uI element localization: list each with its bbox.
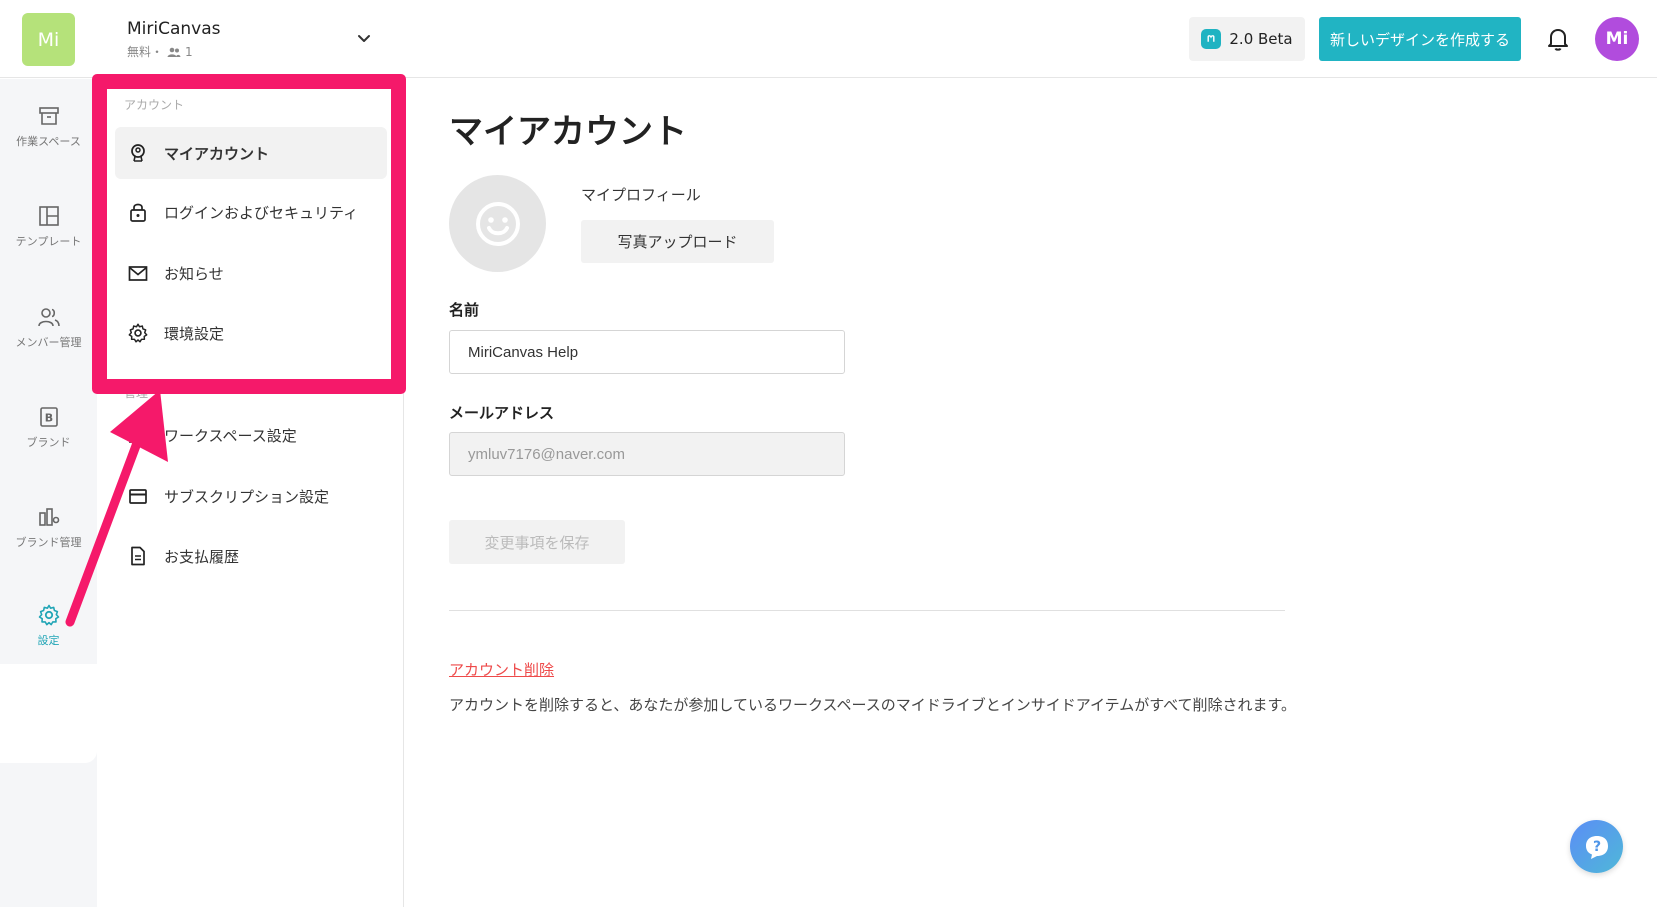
svg-text:B: B [44, 412, 52, 425]
nav-item-label: ワークスペース設定 [164, 426, 297, 445]
workspace-logo[interactable]: Mi [22, 13, 75, 66]
beta-version-button[interactable]: 2.0 Beta [1189, 17, 1305, 61]
document-icon [131, 546, 145, 566]
settings-sidebar: アカウント マイアカウント ログインおよびセキュリティ お知らせ 環境設定 管理… [97, 79, 404, 907]
create-design-button[interactable]: 新しいデザインを作成する [1319, 17, 1521, 61]
beta-label: 2.0 Beta [1229, 30, 1293, 48]
nav-item-label: マイアカウント [164, 144, 270, 163]
archive-box-icon [38, 107, 59, 125]
rail-item-templates[interactable]: テンプレート [0, 204, 97, 249]
rail-item-label: ブランド管理 [15, 536, 82, 549]
nav-item-my-account[interactable]: マイアカウント [115, 127, 387, 179]
rail-item-brand[interactable]: B ブランド [0, 405, 97, 450]
workspace-name[interactable]: MiriCanvas [127, 19, 221, 39]
user-badge-icon [131, 144, 145, 162]
divider [449, 610, 1285, 611]
rail-item-settings[interactable]: 設定 [0, 603, 97, 648]
rail-item-label: メンバー管理 [15, 336, 82, 349]
nav-item-subscription[interactable]: サブスクリプション設定 [115, 470, 387, 522]
nav-item-label: ログインおよびセキュリティ [164, 203, 359, 222]
help-question-icon: ? [1585, 835, 1608, 859]
nav-item-notifications[interactable]: お知らせ [115, 247, 387, 299]
workspace-icon [129, 427, 147, 443]
lock-icon [130, 203, 146, 222]
nav-item-label: お支払履歴 [164, 547, 240, 566]
rail-active-backdrop [0, 664, 97, 763]
section-label-account: アカウント [124, 98, 185, 112]
left-icon-rail: 作業スペース テンプレート メンバー管理 B ブランド ブランド管理 設定 [0, 79, 97, 907]
layout-icon [38, 206, 59, 226]
user-avatar[interactable]: Mi [1595, 17, 1639, 61]
nav-item-login-security[interactable]: ログインおよびセキュリティ [115, 186, 387, 238]
svg-text:?: ? [1592, 839, 1600, 855]
brand-manage-icon [38, 508, 59, 526]
workspace-plan-info: 無料・ 1 [127, 43, 193, 60]
delete-account-description: アカウントを削除すると、あなたが参加しているワークスペースのマイドライブとインサ… [449, 696, 1297, 714]
rail-item-label: 作業スペース [16, 135, 81, 148]
rail-item-label: 設定 [37, 634, 60, 647]
help-button[interactable]: ? [1570, 820, 1623, 873]
save-changes-button[interactable]: 変更事項を保存 [449, 520, 625, 564]
rail-item-workspace[interactable]: 作業スペース [0, 104, 97, 149]
brand-b-icon: B [39, 407, 58, 427]
mail-icon [128, 266, 148, 281]
gear-icon [38, 604, 59, 626]
beta-logo-icon [1201, 29, 1222, 49]
smiley-avatar-icon [475, 201, 520, 246]
workspace-plan: 無料・ [127, 45, 164, 59]
nav-item-label: サブスクリプション設定 [164, 487, 330, 506]
email-field [449, 432, 845, 476]
page-title: マイアカウント [449, 112, 687, 152]
nav-item-preferences[interactable]: 環境設定 [115, 307, 387, 359]
profile-photo[interactable] [449, 175, 546, 272]
nav-item-label: 環境設定 [164, 324, 225, 343]
nav-item-payment-history[interactable]: お支払履歴 [115, 530, 387, 582]
delete-account-link[interactable]: アカウント削除 [449, 659, 554, 680]
email-label: メールアドレス [449, 404, 555, 422]
card-icon [129, 489, 147, 504]
bell-icon[interactable] [1546, 26, 1570, 52]
name-field[interactable] [449, 330, 845, 374]
users-icon [37, 308, 60, 327]
workspace-member-count: 1 [185, 44, 193, 59]
nav-item-label: お知らせ [164, 264, 224, 283]
rail-item-label: テンプレート [15, 235, 82, 248]
nav-item-workspace-settings[interactable]: ワークスペース設定 [115, 409, 387, 461]
members-icon [167, 47, 181, 57]
profile-label: マイプロフィール [581, 186, 701, 204]
top-bar: Mi MiriCanvas 無料・ 1 2.0 Beta 新しいデザインを作成す… [0, 0, 1657, 78]
name-label: 名前 [449, 301, 480, 319]
section-label-workspace: 管理 [124, 386, 149, 400]
rail-item-label: ブランド [26, 436, 71, 449]
upload-photo-button[interactable]: 写真アップロード [581, 220, 774, 263]
gear-icon [128, 323, 148, 343]
chevron-down-icon[interactable] [355, 29, 373, 47]
rail-item-brand-management[interactable]: ブランド管理 [0, 505, 97, 550]
rail-item-members[interactable]: メンバー管理 [0, 305, 97, 350]
